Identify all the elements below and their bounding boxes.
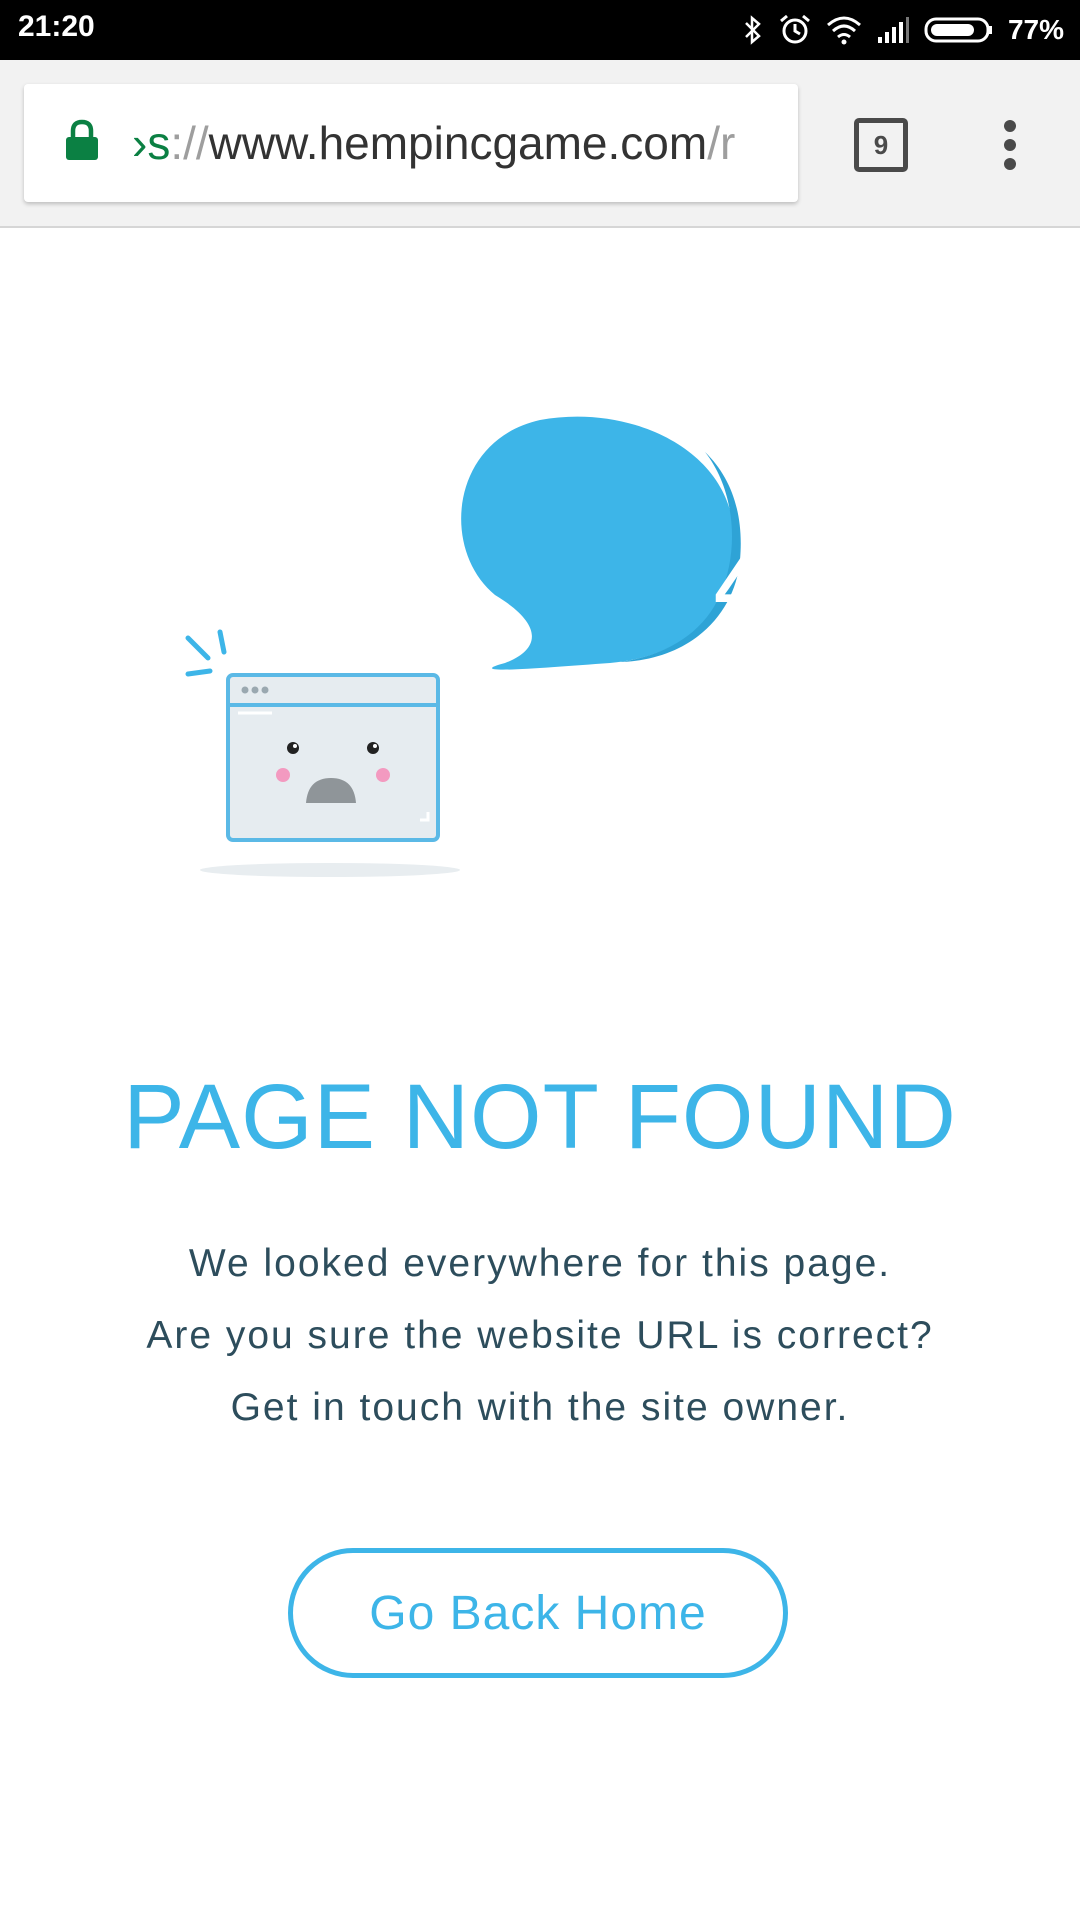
tab-switcher-button[interactable]: 9 — [854, 118, 908, 172]
url-host: www.hempincgame.com — [208, 117, 708, 169]
url-separator: :// — [170, 117, 209, 169]
bluetooth-icon — [742, 14, 764, 46]
url-scheme: ›s — [132, 117, 171, 169]
status-time: 21:20 — [18, 10, 95, 43]
url-path: /r — [707, 117, 736, 169]
page-title: PAGE NOT FOUND — [123, 1066, 957, 1168]
error-message: We looked everywhere for this page. Are … — [0, 1228, 1080, 1444]
url-text[interactable]: ›s://www.hempincgame.com/r — [132, 84, 796, 202]
browser-toolbar: ›s://www.hempincgame.com/r 9 — [0, 60, 1080, 228]
battery-icon — [924, 15, 994, 45]
wifi-icon — [826, 15, 862, 45]
address-bar[interactable]: ›s://www.hempincgame.com/r — [24, 84, 798, 202]
go-back-home-button[interactable]: Go Back Home — [288, 1548, 788, 1678]
message-line: Are you sure the website URL is correct? — [146, 1314, 934, 1357]
status-bar: 21:20 77% — [0, 0, 1080, 60]
message-line: Get in touch with the site owner. — [230, 1386, 850, 1429]
overflow-menu-icon[interactable] — [990, 118, 1030, 172]
battery-percent: 77% — [1007, 14, 1064, 45]
status-icons: 77% — [742, 0, 1064, 60]
message-line: We looked everywhere for this page. — [188, 1242, 892, 1285]
illustration-graphic — [185, 416, 741, 877]
alarm-icon — [778, 13, 812, 47]
signal-icon — [876, 15, 910, 45]
error-code: 404 — [713, 520, 897, 643]
404-illustration: 404 — [150, 400, 897, 900]
lock-icon[interactable] — [64, 118, 100, 167]
